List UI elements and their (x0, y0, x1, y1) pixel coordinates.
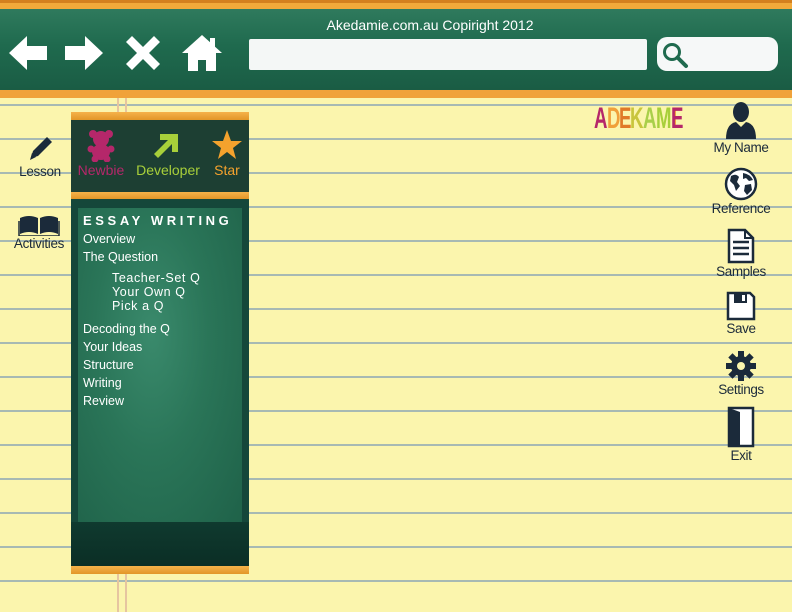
submenu-item-teacher-set-q[interactable]: Teacher-Set Q (112, 271, 200, 285)
tool-label: Save (726, 321, 756, 336)
level-newbie[interactable]: Newbie (75, 128, 127, 178)
level-developer[interactable]: Developer (134, 128, 202, 178)
activities-button[interactable]: Activities (8, 212, 70, 251)
star-icon (212, 130, 242, 159)
tool-label: Reference (711, 201, 771, 216)
akedamie-logo: ADEKAMIE (594, 102, 683, 136)
level-label: Star (214, 162, 240, 178)
board-base-frame (71, 566, 249, 574)
forward-button[interactable] (61, 30, 107, 76)
activities-label: Activities (13, 236, 65, 251)
back-button[interactable] (5, 30, 51, 76)
close-icon (126, 36, 160, 70)
lesson-label: Lesson (19, 164, 61, 179)
person-icon (726, 102, 756, 139)
close-button[interactable] (120, 30, 166, 76)
settings-button[interactable]: Settings (701, 350, 781, 397)
exit-button[interactable]: Exit (701, 406, 781, 463)
logo-letter: M (655, 102, 672, 135)
menu-item-the-question[interactable]: The Question (83, 250, 158, 264)
home-button[interactable] (179, 30, 225, 76)
logo-letter: K (630, 102, 644, 135)
forward-arrow-icon (65, 36, 103, 70)
floppy-disk-icon (726, 291, 756, 321)
menu-item-writing[interactable]: Writing (83, 376, 122, 390)
logo-letter: A (643, 102, 656, 135)
search-input[interactable] (657, 37, 778, 71)
board-top-frame (71, 112, 249, 120)
home-icon (182, 35, 222, 71)
menu-item-structure[interactable]: Structure (83, 358, 134, 372)
document-icon (727, 228, 755, 264)
my-name-button[interactable]: My Name (701, 100, 781, 155)
submenu-item-your-own-q[interactable]: Your Own Q (112, 285, 186, 299)
menu-item-overview[interactable]: Overview (83, 232, 135, 246)
globe-icon (724, 167, 758, 201)
logo-letter: A (594, 102, 607, 135)
copyright-text: Akedamie.com.au Copiright 2012 (326, 17, 534, 33)
reference-button[interactable]: Reference (701, 167, 781, 216)
menu-item-your-ideas[interactable]: Your Ideas (83, 340, 142, 354)
door-icon (727, 406, 755, 448)
menu-item-decoding-the-q[interactable]: Decoding the Q (83, 322, 170, 336)
top-bar: Akedamie.com.au Copiright 2012 (0, 0, 792, 98)
back-arrow-icon (9, 36, 47, 70)
open-book-icon (18, 216, 60, 236)
save-button[interactable]: Save (701, 291, 781, 336)
search-icon[interactable] (661, 41, 689, 69)
lesson-button[interactable]: Lesson (12, 134, 68, 179)
tool-label: Settings (718, 382, 764, 397)
level-star[interactable]: Star (208, 128, 246, 178)
samples-button[interactable]: Samples (701, 228, 781, 279)
chalkboard-ledge (71, 522, 249, 566)
level-label: Developer (136, 162, 200, 178)
submenu-item-pick-a-q[interactable]: Pick a Q (112, 299, 164, 313)
logo-letter: D (606, 102, 620, 135)
menu-item-review[interactable]: Review (83, 394, 124, 408)
gear-icon (726, 351, 756, 381)
teddy-bear-icon (87, 130, 115, 162)
arrow-up-right-icon (154, 134, 178, 158)
board-title: ESSAY WRITING (83, 213, 233, 228)
pencil-icon (30, 137, 52, 160)
tool-label: My Name (713, 140, 769, 155)
tool-label: Samples (716, 264, 766, 279)
board-divider-frame (71, 192, 249, 199)
logo-letter: E (671, 102, 683, 135)
address-input[interactable] (249, 39, 647, 70)
tool-label: Exit (730, 448, 752, 463)
level-label: Newbie (77, 162, 125, 178)
